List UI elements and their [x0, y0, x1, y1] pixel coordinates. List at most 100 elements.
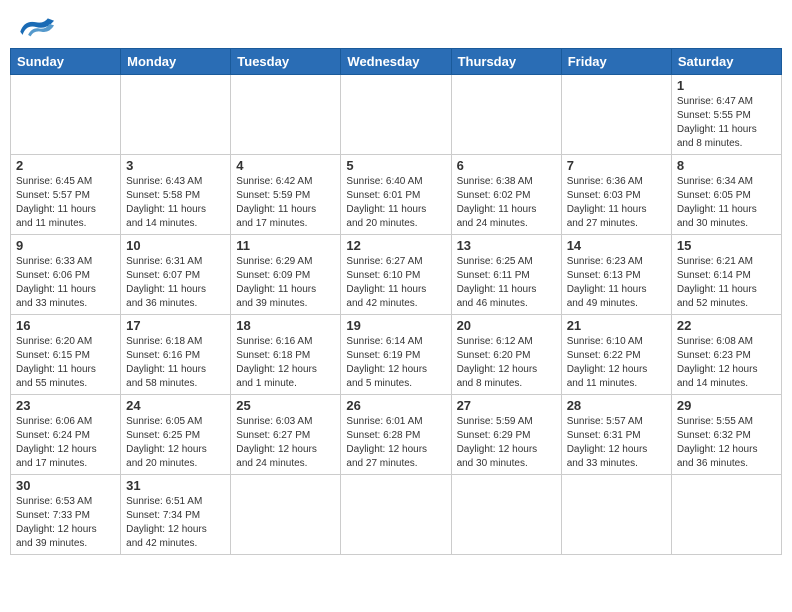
day-info: Sunrise: 6:29 AM Sunset: 6:09 PM Dayligh…	[236, 255, 335, 311]
day-number: 24	[126, 398, 225, 413]
week-row-4: 16 Sunrise: 6:20 AM Sunset: 6:15 PM Dayli…	[11, 315, 782, 395]
calendar-cell: 21 Sunrise: 6:10 AM Sunset: 6:22 PM Dayli…	[561, 315, 671, 395]
calendar-cell: 8 Sunrise: 6:34 AM Sunset: 6:05 PM Daylig…	[671, 155, 781, 235]
day-number: 21	[567, 318, 666, 333]
day-number: 12	[346, 238, 445, 253]
calendar-cell: 23 Sunrise: 6:06 AM Sunset: 6:24 PM Dayli…	[11, 395, 121, 475]
calendar-cell: 5 Sunrise: 6:40 AM Sunset: 6:01 PM Daylig…	[341, 155, 451, 235]
calendar-cell: 19Sunrise: 6:14 AM Sunset: 6:19 PM Dayli…	[341, 315, 451, 395]
day-number: 10	[126, 238, 225, 253]
day-info: Sunrise: 6:25 AM Sunset: 6:11 PM Dayligh…	[457, 255, 556, 311]
calendar-cell	[231, 75, 341, 155]
day-info: Sunrise: 6:43 AM Sunset: 5:58 PM Dayligh…	[126, 175, 225, 231]
day-info: Sunrise: 6:14 AM Sunset: 6:19 PM Dayligh…	[346, 335, 445, 391]
weekday-header-thursday: Thursday	[451, 49, 561, 75]
day-number: 17	[126, 318, 225, 333]
calendar-cell: 24 Sunrise: 6:05 AM Sunset: 6:25 PM Dayli…	[121, 395, 231, 475]
day-info: Sunrise: 6:27 AM Sunset: 6:10 PM Dayligh…	[346, 255, 445, 311]
calendar-cell: 15 Sunrise: 6:21 AM Sunset: 6:14 PM Dayli…	[671, 235, 781, 315]
weekday-header-friday: Friday	[561, 49, 671, 75]
day-number: 15	[677, 238, 776, 253]
weekday-header-sunday: Sunday	[11, 49, 121, 75]
day-info: Sunrise: 5:59 AM Sunset: 6:29 PM Dayligh…	[457, 415, 556, 471]
day-info: Sunrise: 6:18 AM Sunset: 6:16 PM Dayligh…	[126, 335, 225, 391]
week-row-5: 23 Sunrise: 6:06 AM Sunset: 6:24 PM Dayli…	[11, 395, 782, 475]
day-number: 23	[16, 398, 115, 413]
day-info: Sunrise: 6:40 AM Sunset: 6:01 PM Dayligh…	[346, 175, 445, 231]
calendar-cell	[11, 75, 121, 155]
logo	[16, 14, 56, 38]
day-info: Sunrise: 6:23 AM Sunset: 6:13 PM Dayligh…	[567, 255, 666, 311]
week-row-2: 2 Sunrise: 6:45 AM Sunset: 5:57 PM Daylig…	[11, 155, 782, 235]
day-number: 27	[457, 398, 556, 413]
weekday-header-wednesday: Wednesday	[341, 49, 451, 75]
week-row-6: 30Sunrise: 6:53 AM Sunset: 7:33 PM Dayli…	[11, 475, 782, 555]
day-number: 22	[677, 318, 776, 333]
day-number: 20	[457, 318, 556, 333]
day-info: Sunrise: 6:16 AM Sunset: 6:18 PM Dayligh…	[236, 335, 335, 391]
calendar-cell	[561, 475, 671, 555]
day-number: 6	[457, 158, 556, 173]
day-info: Sunrise: 6:12 AM Sunset: 6:20 PM Dayligh…	[457, 335, 556, 391]
calendar-cell: 13Sunrise: 6:25 AM Sunset: 6:11 PM Dayli…	[451, 235, 561, 315]
calendar-cell: 14Sunrise: 6:23 AM Sunset: 6:13 PM Dayli…	[561, 235, 671, 315]
calendar-cell	[561, 75, 671, 155]
calendar-cell: 31Sunrise: 6:51 AM Sunset: 7:34 PM Dayli…	[121, 475, 231, 555]
calendar-cell: 25 Sunrise: 6:03 AM Sunset: 6:27 PM Dayli…	[231, 395, 341, 475]
day-number: 4	[236, 158, 335, 173]
day-info: Sunrise: 6:01 AM Sunset: 6:28 PM Dayligh…	[346, 415, 445, 471]
day-info: Sunrise: 6:05 AM Sunset: 6:25 PM Dayligh…	[126, 415, 225, 471]
calendar-cell: 11Sunrise: 6:29 AM Sunset: 6:09 PM Dayli…	[231, 235, 341, 315]
day-info: Sunrise: 6:21 AM Sunset: 6:14 PM Dayligh…	[677, 255, 776, 311]
day-number: 25	[236, 398, 335, 413]
day-number: 1	[677, 78, 776, 93]
day-info: Sunrise: 6:10 AM Sunset: 6:22 PM Dayligh…	[567, 335, 666, 391]
day-number: 8	[677, 158, 776, 173]
day-info: Sunrise: 6:36 AM Sunset: 6:03 PM Dayligh…	[567, 175, 666, 231]
calendar-cell: 29 Sunrise: 5:55 AM Sunset: 6:32 PM Dayli…	[671, 395, 781, 475]
day-info: Sunrise: 6:33 AM Sunset: 6:06 PM Dayligh…	[16, 255, 115, 311]
calendar-cell: 17 Sunrise: 6:18 AM Sunset: 6:16 PM Dayli…	[121, 315, 231, 395]
weekday-header-saturday: Saturday	[671, 49, 781, 75]
day-info: Sunrise: 6:20 AM Sunset: 6:15 PM Dayligh…	[16, 335, 115, 391]
day-info: Sunrise: 6:42 AM Sunset: 5:59 PM Dayligh…	[236, 175, 335, 231]
day-info: Sunrise: 6:06 AM Sunset: 6:24 PM Dayligh…	[16, 415, 115, 471]
calendar: SundayMondayTuesdayWednesdayThursdayFrid…	[10, 48, 782, 555]
calendar-cell: 3Sunrise: 6:43 AM Sunset: 5:58 PM Daylig…	[121, 155, 231, 235]
calendar-cell: 30Sunrise: 6:53 AM Sunset: 7:33 PM Dayli…	[11, 475, 121, 555]
day-info: Sunrise: 5:57 AM Sunset: 6:31 PM Dayligh…	[567, 415, 666, 471]
week-row-3: 9 Sunrise: 6:33 AM Sunset: 6:06 PM Daylig…	[11, 235, 782, 315]
day-number: 29	[677, 398, 776, 413]
day-number: 28	[567, 398, 666, 413]
calendar-cell	[121, 75, 231, 155]
day-info: Sunrise: 6:03 AM Sunset: 6:27 PM Dayligh…	[236, 415, 335, 471]
day-number: 7	[567, 158, 666, 173]
calendar-cell: 6Sunrise: 6:38 AM Sunset: 6:02 PM Daylig…	[451, 155, 561, 235]
day-info: Sunrise: 5:55 AM Sunset: 6:32 PM Dayligh…	[677, 415, 776, 471]
calendar-cell	[341, 475, 451, 555]
calendar-cell	[451, 475, 561, 555]
calendar-cell	[231, 475, 341, 555]
calendar-cell	[341, 75, 451, 155]
weekday-header-monday: Monday	[121, 49, 231, 75]
day-number: 31	[126, 478, 225, 493]
day-info: Sunrise: 6:45 AM Sunset: 5:57 PM Dayligh…	[16, 175, 115, 231]
day-info: Sunrise: 6:34 AM Sunset: 6:05 PM Dayligh…	[677, 175, 776, 231]
calendar-cell: 27 Sunrise: 5:59 AM Sunset: 6:29 PM Dayli…	[451, 395, 561, 475]
calendar-cell: 1 Sunrise: 6:47 AM Sunset: 5:55 PM Daylig…	[671, 75, 781, 155]
calendar-cell: 9 Sunrise: 6:33 AM Sunset: 6:06 PM Daylig…	[11, 235, 121, 315]
calendar-cell: 22Sunrise: 6:08 AM Sunset: 6:23 PM Dayli…	[671, 315, 781, 395]
day-number: 2	[16, 158, 115, 173]
day-number: 5	[346, 158, 445, 173]
day-number: 9	[16, 238, 115, 253]
calendar-cell	[671, 475, 781, 555]
calendar-cell: 20 Sunrise: 6:12 AM Sunset: 6:20 PM Dayli…	[451, 315, 561, 395]
calendar-cell: 18Sunrise: 6:16 AM Sunset: 6:18 PM Dayli…	[231, 315, 341, 395]
day-number: 16	[16, 318, 115, 333]
day-number: 30	[16, 478, 115, 493]
calendar-cell: 28 Sunrise: 5:57 AM Sunset: 6:31 PM Dayli…	[561, 395, 671, 475]
calendar-cell: 10Sunrise: 6:31 AM Sunset: 6:07 PM Dayli…	[121, 235, 231, 315]
weekday-header-row: SundayMondayTuesdayWednesdayThursdayFrid…	[11, 49, 782, 75]
weekday-header-tuesday: Tuesday	[231, 49, 341, 75]
day-info: Sunrise: 6:47 AM Sunset: 5:55 PM Dayligh…	[677, 95, 776, 151]
